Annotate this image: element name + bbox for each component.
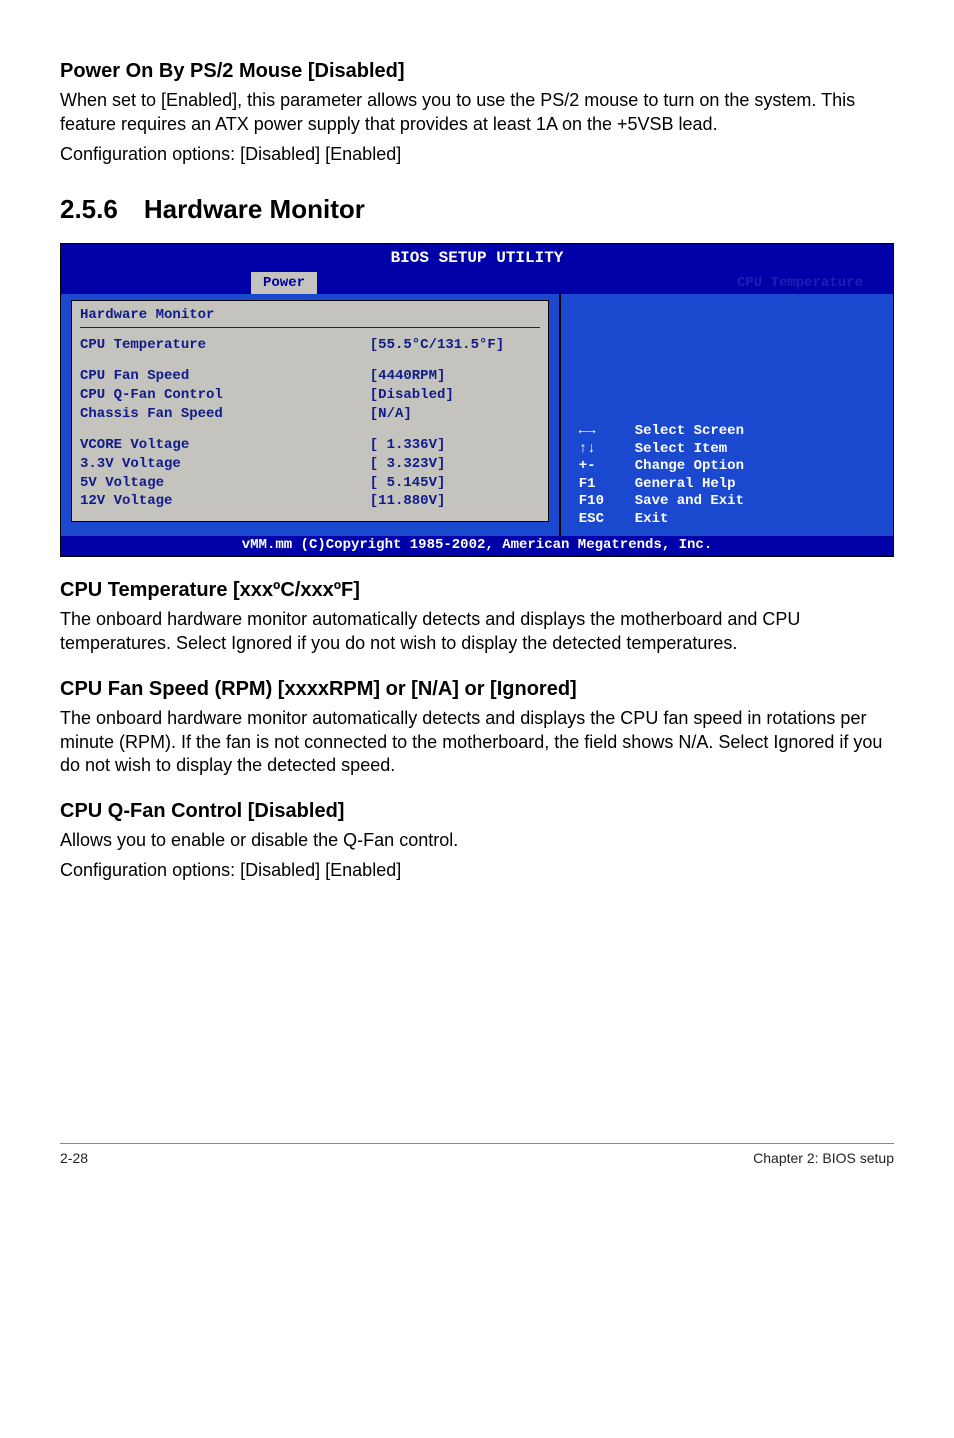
bios-group-3: VCORE Voltage [ 1.336V] 3.3V Voltage [ 3… xyxy=(80,436,540,512)
bios-row[interactable]: CPU Fan Speed [4440RPM] xyxy=(80,367,540,386)
bios-row[interactable]: 3.3V Voltage [ 3.323V] xyxy=(80,455,540,474)
power-on-para1: When set to [Enabled], this parameter al… xyxy=(60,89,894,137)
bios-row-label: 3.3V Voltage xyxy=(80,455,362,474)
bios-help-label: Change Option xyxy=(635,458,744,476)
page-number: 2-28 xyxy=(60,1150,88,1166)
chapter-title: Chapter 2: BIOS setup xyxy=(753,1150,894,1166)
bios-panel-title: Hardware Monitor xyxy=(80,307,540,328)
fan-speed-para: The onboard hardware monitor automatical… xyxy=(60,707,894,778)
bios-row-label: 12V Voltage xyxy=(80,492,362,511)
bios-row[interactable]: CPU Q-Fan Control [Disabled] xyxy=(80,386,540,405)
bios-help-key: +- xyxy=(579,458,621,476)
bios-row[interactable]: CPU Temperature [55.5°C/131.5°F] xyxy=(80,336,540,355)
bios-tabs-row: Power CPU Temperature xyxy=(61,272,893,294)
bios-help-row: ESC Exit xyxy=(579,511,885,529)
bios-help-hint: CPU Temperature xyxy=(737,272,893,294)
bios-row-label: VCORE Voltage xyxy=(80,436,362,455)
bios-row-value: [ 3.323V] xyxy=(370,455,540,474)
bios-row-label: CPU Temperature xyxy=(80,336,362,355)
heading-fan-speed: CPU Fan Speed (RPM) [xxxxRPM] or [N/A] o… xyxy=(60,678,894,701)
bios-right-panel: ←→ Select Screen ↑↓ Select Item +- Chang… xyxy=(561,294,893,536)
bios-help-key: F1 xyxy=(579,476,621,494)
bios-help-row: F1 General Help xyxy=(579,476,885,494)
bios-hw-panel: Hardware Monitor CPU Temperature [55.5°C… xyxy=(71,300,549,522)
bios-row-label: 5V Voltage xyxy=(80,474,362,493)
heading-cpu-temp: CPU Temperature [xxxºC/xxxºF] xyxy=(60,579,894,602)
bios-help-row: +- Change Option xyxy=(579,458,885,476)
bios-help-label: Exit xyxy=(635,511,669,529)
bios-help-key: F10 xyxy=(579,493,621,511)
page-footer: 2-28 Chapter 2: BIOS setup xyxy=(60,1143,894,1166)
bios-help-label: Select Screen xyxy=(635,423,744,441)
bios-row-label: CPU Fan Speed xyxy=(80,367,362,386)
bios-help-label: Select Item xyxy=(635,441,727,459)
bios-row-value: [55.5°C/131.5°F] xyxy=(370,336,540,355)
bios-row[interactable]: 12V Voltage [11.880V] xyxy=(80,492,540,511)
bios-body: Hardware Monitor CPU Temperature [55.5°C… xyxy=(61,294,893,536)
power-on-para2: Configuration options: [Disabled] [Enabl… xyxy=(60,143,894,167)
bios-help-label: Save and Exit xyxy=(635,493,744,511)
bios-row[interactable]: 5V Voltage [ 5.145V] xyxy=(80,474,540,493)
bios-left-panel: Hardware Monitor CPU Temperature [55.5°C… xyxy=(61,294,561,536)
bios-row[interactable]: VCORE Voltage [ 1.336V] xyxy=(80,436,540,455)
bios-help-label: General Help xyxy=(635,476,736,494)
bios-group-1: CPU Temperature [55.5°C/131.5°F] xyxy=(80,336,540,355)
bios-help-row: F10 Save and Exit xyxy=(579,493,885,511)
bios-footer: vMM.mm (C)Copyright 1985-2002, American … xyxy=(61,536,893,556)
bios-help-row: ←→ Select Screen xyxy=(579,423,885,441)
bios-row-value: [Disabled] xyxy=(370,386,540,405)
bios-help-list: ←→ Select Screen ↑↓ Select Item +- Chang… xyxy=(579,423,885,528)
bios-row-value: [ 1.336V] xyxy=(370,436,540,455)
qfan-para2: Configuration options: [Disabled] [Enabl… xyxy=(60,859,894,883)
bios-row-value: [4440RPM] xyxy=(370,367,540,386)
qfan-para1: Allows you to enable or disable the Q-Fa… xyxy=(60,829,894,853)
bios-row-value: [ 5.145V] xyxy=(370,474,540,493)
bios-help-key: ESC xyxy=(579,511,621,529)
heading-qfan: CPU Q-Fan Control [Disabled] xyxy=(60,800,894,823)
bios-row[interactable]: Chassis Fan Speed [N/A] xyxy=(80,405,540,424)
heading-hardware-monitor: 2.5.6 Hardware Monitor xyxy=(60,194,894,225)
bios-help-row: ↑↓ Select Item xyxy=(579,441,885,459)
bios-title-bar: BIOS SETUP UTILITY xyxy=(61,244,893,272)
bios-title: BIOS SETUP UTILITY xyxy=(67,249,887,267)
bios-window: BIOS SETUP UTILITY Power CPU Temperature… xyxy=(60,243,894,557)
bios-help-key: ↑↓ xyxy=(579,441,621,459)
bios-group-2: CPU Fan Speed [4440RPM] CPU Q-Fan Contro… xyxy=(80,367,540,424)
heading-power-on: Power On By PS/2 Mouse [Disabled] xyxy=(60,60,894,83)
bios-tab-power[interactable]: Power xyxy=(251,272,317,294)
bios-row-value: [N/A] xyxy=(370,405,540,424)
bios-row-label: CPU Q-Fan Control xyxy=(80,386,362,405)
bios-help-key: ←→ xyxy=(579,423,621,441)
bios-row-label: Chassis Fan Speed xyxy=(80,405,362,424)
bios-row-value: [11.880V] xyxy=(370,492,540,511)
cpu-temp-para: The onboard hardware monitor automatical… xyxy=(60,608,894,656)
